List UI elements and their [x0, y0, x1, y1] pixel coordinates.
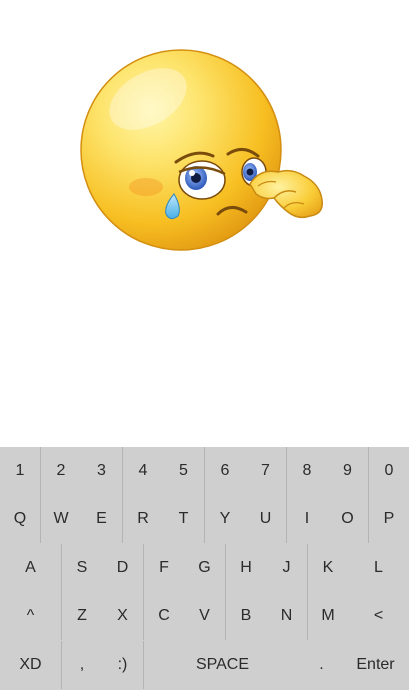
key-label: R: [137, 510, 149, 527]
key-label: W: [53, 510, 69, 527]
key-i[interactable]: I: [286, 495, 327, 543]
key-label: 4: [138, 462, 148, 479]
key-w[interactable]: W: [40, 495, 81, 543]
key-o[interactable]: O: [327, 495, 368, 543]
key-label: Y: [219, 510, 231, 527]
key-label: E: [96, 510, 107, 527]
key-label: H: [240, 559, 252, 576]
key-shift[interactable]: ^: [0, 592, 61, 640]
key-6[interactable]: 6: [204, 447, 245, 495]
key-smiley[interactable]: :): [102, 641, 143, 689]
keyboard-row-asdf: ASDFGHJKL: [0, 544, 409, 592]
key-s[interactable]: S: [61, 544, 102, 592]
key-label: N: [280, 607, 293, 624]
key-9[interactable]: 9: [327, 447, 368, 495]
key-label: XD: [19, 656, 42, 673]
key-k[interactable]: K: [307, 544, 348, 592]
key-label: A: [25, 559, 36, 576]
key-label: G: [198, 559, 211, 576]
key-label: 0: [384, 462, 394, 479]
key-c[interactable]: C: [143, 592, 184, 640]
key-8[interactable]: 8: [286, 447, 327, 495]
key-label: S: [76, 559, 88, 576]
key-label: J: [282, 559, 291, 576]
key-4[interactable]: 4: [122, 447, 163, 495]
key-label: 5: [179, 462, 188, 479]
key-enter[interactable]: Enter: [342, 641, 409, 689]
key-label: T: [178, 510, 189, 527]
key-label: C: [158, 607, 170, 624]
key-a[interactable]: A: [0, 544, 61, 592]
keyboard-row-bottom: XD,:) SPACE. Enter: [0, 641, 409, 689]
key-r[interactable]: R: [122, 495, 163, 543]
key-f[interactable]: F: [143, 544, 184, 592]
key-2[interactable]: 2: [40, 447, 81, 495]
key-e[interactable]: E: [81, 495, 122, 543]
key-label: M: [321, 607, 335, 624]
crying-face-wiping-tear-icon: [80, 49, 323, 251]
key-t[interactable]: T: [163, 495, 204, 543]
key-x[interactable]: X: [102, 592, 143, 640]
key-label: K: [322, 559, 334, 576]
key-label: .: [319, 656, 324, 673]
on-screen-keyboard: 1 2 3 4 5 6 7 8 9 0 Q W E R T Y U I O P A S D F G H J K L ^ Z X C V B N M…: [0, 447, 409, 690]
key-backspace[interactable]: <: [348, 592, 409, 640]
key-5[interactable]: 5: [163, 447, 204, 495]
app-screen: 1 2 3 4 5 6 7 8 9 0 Q W E R T Y U I O P A S D F G H J K L ^ Z X C V B N M…: [0, 0, 409, 690]
key-b[interactable]: B: [225, 592, 266, 640]
key-0[interactable]: 0: [368, 447, 409, 495]
key-1[interactable]: 1: [0, 447, 40, 495]
key-label: :): [117, 656, 128, 673]
key-h[interactable]: H: [225, 544, 266, 592]
key-g[interactable]: G: [184, 544, 225, 592]
keyboard-row-qwerty: QWERTYUIOP: [0, 495, 409, 543]
key-label: 3: [97, 462, 106, 479]
key-m[interactable]: M: [307, 592, 348, 640]
key-v[interactable]: V: [184, 592, 225, 640]
key-q[interactable]: Q: [0, 495, 40, 543]
key-label: Z: [77, 607, 87, 624]
key-label: F: [159, 559, 169, 576]
key-period[interactable]: .: [301, 641, 342, 689]
key-label: 6: [220, 462, 230, 479]
key-z[interactable]: Z: [61, 592, 102, 640]
key-comma[interactable]: ,: [61, 641, 102, 689]
key-label: L: [374, 559, 383, 576]
key-space[interactable]: SPACE: [143, 641, 301, 689]
key-label: <: [373, 607, 384, 624]
keyboard-row-zxcv: ^ Z X C V B N M <: [0, 592, 409, 640]
key-label: 7: [261, 462, 270, 479]
key-label: ^: [26, 607, 35, 624]
key-label: 2: [56, 462, 66, 479]
keyboard-row-numbers: 1 2 3 4 5 6 7 8 9 0: [0, 447, 409, 495]
key-j[interactable]: J: [266, 544, 307, 592]
key-7[interactable]: 7: [245, 447, 286, 495]
key-label: I: [304, 510, 310, 527]
key-label: 9: [343, 462, 352, 479]
key-label: X: [117, 607, 128, 624]
key-label: B: [240, 607, 252, 624]
key-label: SPACE: [195, 656, 250, 673]
key-label: 1: [15, 462, 25, 479]
key-label: 8: [302, 462, 312, 479]
key-label: P: [383, 510, 395, 527]
emoji-display-area: [0, 0, 409, 447]
key-u[interactable]: U: [245, 495, 286, 543]
key-n[interactable]: N: [266, 592, 307, 640]
key-d[interactable]: D: [102, 544, 143, 592]
key-label: O: [341, 510, 354, 527]
key-xd[interactable]: XD: [0, 641, 61, 689]
key-label: V: [199, 607, 210, 624]
key-label: Enter: [356, 656, 395, 673]
key-label: U: [259, 510, 272, 527]
key-label: ,: [79, 656, 85, 673]
key-label: D: [116, 559, 129, 576]
key-p[interactable]: P: [368, 495, 409, 543]
key-label: Q: [13, 510, 27, 527]
key-y[interactable]: Y: [204, 495, 245, 543]
key-l[interactable]: L: [348, 544, 409, 592]
key-3[interactable]: 3: [81, 447, 122, 495]
